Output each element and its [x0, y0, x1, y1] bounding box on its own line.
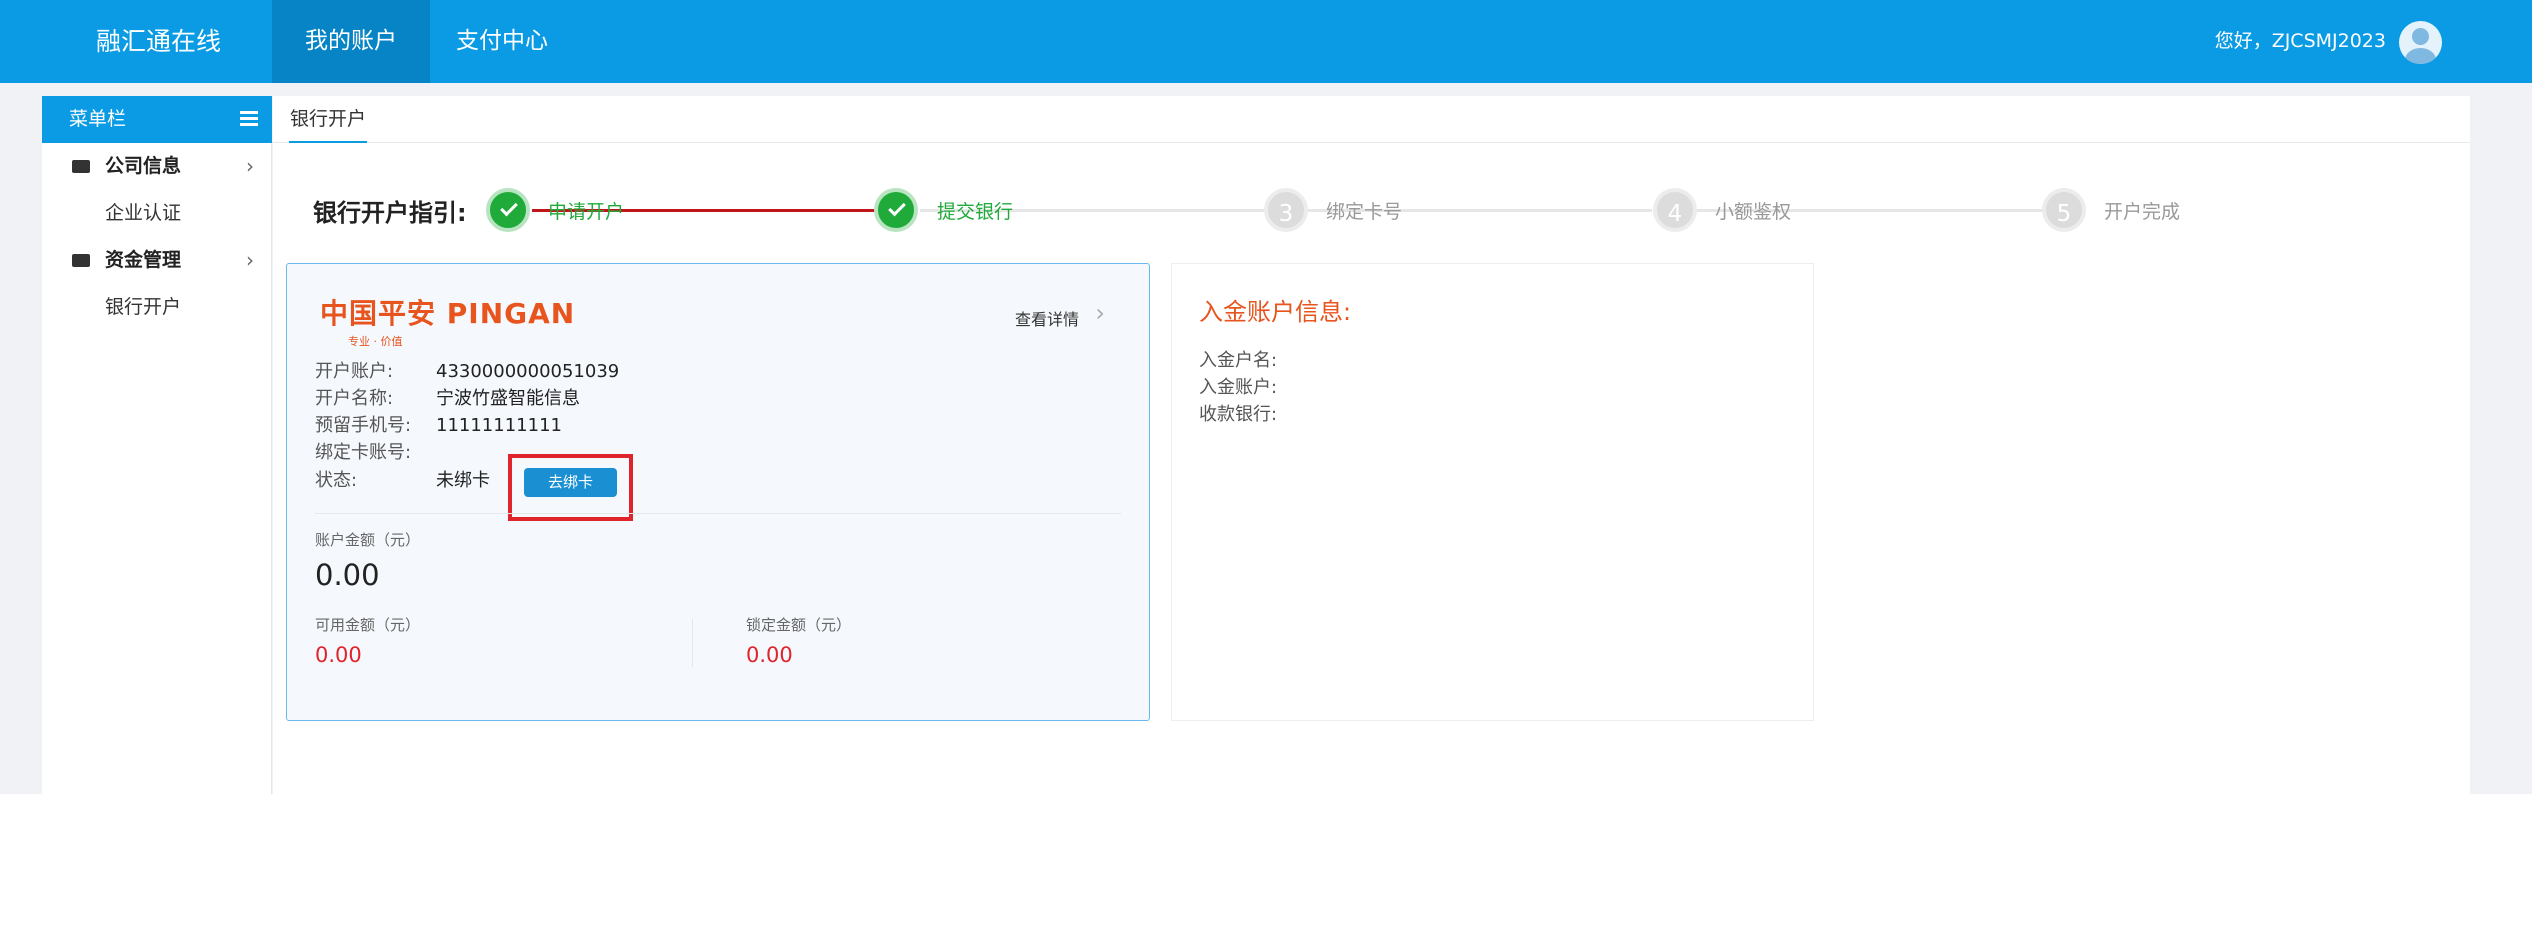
step-2-check-icon: [874, 188, 918, 232]
divider: [315, 513, 1121, 514]
sidebar-item-enterprise-verification[interactable]: 企业认证: [42, 190, 272, 237]
field-account-name: 开户名称: 宁波竹盛智能信息: [315, 385, 580, 412]
deposit-account-card: 入金账户信息: 入金户名: 入金账户: 收款银行:: [1171, 263, 1814, 721]
step-2-label: 提交银行: [937, 201, 1014, 223]
step-4-number: 4: [1653, 188, 1697, 232]
step-5-label: 开户完成: [2104, 201, 2181, 223]
field-value: 宁波竹盛智能信息: [436, 388, 580, 409]
available-amount: 0.00: [315, 643, 362, 667]
field-account-number: 开户账户: 4330000000051039: [315, 358, 619, 385]
top-navbar: 融汇通在线 我的账户 支付中心 您好，ZJCSMJ2023: [0, 0, 2532, 83]
deposit-account-name-label: 入金户名:: [1199, 350, 1278, 371]
deposit-title: 入金账户信息:: [1199, 298, 1352, 326]
field-label: 开户名称:: [315, 388, 394, 409]
sidebar-group-label: 公司信息: [105, 155, 182, 177]
divider: [692, 619, 693, 667]
step-3-label: 绑定卡号: [1326, 201, 1403, 223]
guide-label: 银行开户指引:: [313, 199, 467, 227]
yen-wallet-icon: [72, 254, 90, 267]
field-status: 状态: 未绑卡: [315, 467, 490, 494]
nav-my-account[interactable]: 我的账户: [272, 0, 430, 83]
balance-label: 账户金额（元）: [315, 531, 421, 549]
view-details-link[interactable]: 查看详情: [1015, 306, 1079, 330]
bank-account-card: 中国平安 PINGAN 专业 · 价值 查看详情 › 开户账户: 43300000…: [286, 263, 1150, 721]
tab-bank-account-opening[interactable]: 银行开户: [289, 96, 368, 143]
chevron-right-icon: ›: [246, 248, 254, 272]
field-label: 开户账户:: [315, 361, 394, 382]
balance-amount: 0.00: [315, 558, 380, 592]
locked-label: 锁定金额（元）: [746, 616, 852, 634]
brand-title: 融汇通在线: [96, 27, 222, 56]
deposit-receiving-bank-label: 收款银行:: [1199, 404, 1278, 425]
sidebar-header: 菜单栏: [42, 96, 272, 143]
pingan-logo: 中国平安 PINGAN 专业 · 价值: [320, 292, 575, 349]
step-1-check-icon: [486, 188, 530, 232]
chevron-right-icon: ›: [246, 154, 254, 178]
field-reserved-phone: 预留手机号: 11111111111: [315, 412, 562, 439]
user-avatar-icon[interactable]: [2399, 21, 2442, 64]
field-label: 状态:: [315, 470, 358, 491]
field-value: 4330000000051039: [436, 361, 620, 382]
sidebar-title: 菜单栏: [69, 108, 127, 130]
field-bound-card: 绑定卡账号:: [315, 439, 436, 466]
field-value: 11111111111: [436, 415, 562, 436]
step-1-label: 申请开户: [548, 201, 625, 223]
hamburger-menu-icon[interactable]: [240, 111, 258, 127]
step-5-number: 5: [2042, 188, 2086, 232]
field-label: 预留手机号:: [315, 415, 412, 436]
id-card-icon: [72, 160, 90, 173]
tab-bar: 银行开户: [273, 96, 2470, 143]
logo-text: 中国平安 PINGAN: [320, 297, 576, 330]
chevron-right-icon[interactable]: ›: [1095, 299, 1105, 327]
sidebar-item-bank-account-opening[interactable]: 银行开户: [42, 284, 272, 331]
step-4-label: 小额鉴权: [1715, 201, 1792, 223]
available-label: 可用金额（元）: [315, 616, 421, 634]
user-greeting[interactable]: 您好，ZJCSMJ2023: [2215, 0, 2386, 83]
sidebar: 菜单栏 公司信息 › 企业认证 资金管理 › 银行开户: [42, 96, 272, 794]
nav-payment-center[interactable]: 支付中心: [423, 0, 581, 83]
sidebar-group-company-info[interactable]: 公司信息 ›: [42, 143, 272, 190]
status-value: 未绑卡: [436, 470, 490, 491]
bind-card-button[interactable]: 去绑卡: [524, 468, 617, 497]
sidebar-group-label: 资金管理: [105, 249, 182, 271]
step-3-number: 3: [1264, 188, 1308, 232]
logo-slogan: 专业 · 价值: [348, 335, 403, 348]
locked-amount: 0.00: [746, 643, 793, 667]
deposit-account-number-label: 入金账户:: [1199, 377, 1278, 398]
sidebar-group-fund-management[interactable]: 资金管理 ›: [42, 237, 272, 284]
field-label: 绑定卡账号:: [315, 442, 412, 463]
